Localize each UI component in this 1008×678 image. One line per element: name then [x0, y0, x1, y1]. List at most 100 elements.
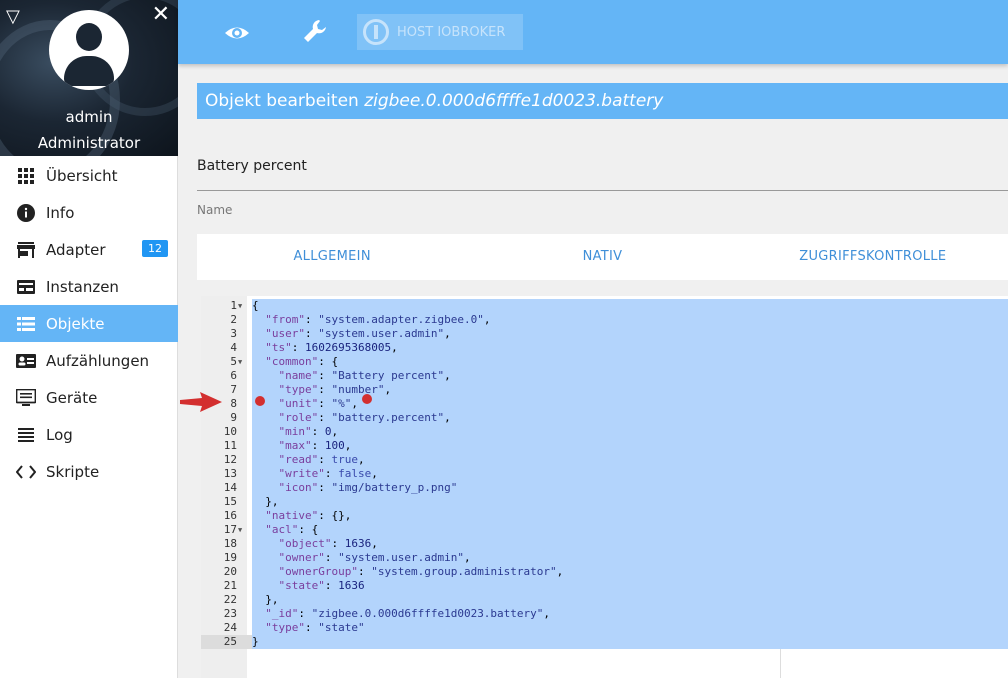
adapter-count-badge: 12: [142, 240, 168, 257]
sidebar-item-uebersicht[interactable]: Übersicht: [0, 157, 178, 194]
line-number: 12: [223, 453, 237, 466]
code-text: "icon": "img/battery_p.png": [252, 481, 1008, 495]
code-line[interactable]: 12 "read": true,: [201, 453, 1008, 467]
code-text: "max": 100,: [252, 439, 1008, 453]
code-line[interactable]: 23 "_id": "zigbee.0.000d6ffffe1d0023.bat…: [201, 607, 1008, 621]
sidebar-nav: Übersicht Info Adapter 12 Instanzen Obje…: [0, 157, 178, 490]
red-dot-marker: [255, 396, 265, 406]
line-number: 10: [223, 425, 237, 438]
code-text: "write": false,: [252, 467, 1008, 481]
fold-toggle-icon[interactable]: ▼: [238, 299, 242, 313]
user-role: Administrator: [37, 134, 141, 152]
code-line[interactable]: 7 "type": "number",: [201, 383, 1008, 397]
sidebar-item-skripte[interactable]: Skripte: [0, 453, 178, 490]
close-icon[interactable]: ✕: [152, 2, 170, 27]
sidebar-item-label: Übersicht: [46, 166, 118, 185]
code-text: "_id": "zigbee.0.000d6ffffe1d0023.batter…: [252, 607, 1008, 621]
code-line[interactable]: 9 "role": "battery.percent",: [201, 411, 1008, 425]
code-line[interactable]: 3 "user": "system.user.admin",: [201, 327, 1008, 341]
line-number: 16: [223, 509, 237, 522]
code-icon: [16, 463, 36, 481]
code-line[interactable]: 21 "state": 1636: [201, 579, 1008, 593]
sidebar-item-label: Aufzählungen: [46, 351, 150, 370]
sidebar-item-label: Skripte: [46, 462, 100, 481]
apps-grid-icon: [16, 167, 36, 185]
fold-toggle-icon[interactable]: ▼: [238, 523, 242, 537]
sidebar-item-objekte[interactable]: Objekte: [0, 305, 178, 342]
line-number: 1: [230, 299, 237, 312]
sidebar-item-label: Info: [46, 203, 75, 222]
title-prefix: Objekt bearbeiten: [205, 91, 365, 111]
code-text: "native": {},: [252, 509, 1008, 523]
sidebar-item-geraete[interactable]: Geräte: [0, 379, 178, 416]
sidebar-item-label: Geräte: [46, 388, 98, 407]
line-number: 19: [223, 551, 237, 564]
object-id: zigbee.0.000d6ffffe1d0023.battery: [364, 91, 664, 111]
fold-toggle-icon[interactable]: ▼: [238, 355, 242, 369]
user-name: admin: [65, 108, 113, 126]
line-number: 21: [223, 579, 237, 592]
tab-nativ[interactable]: NATIV: [467, 234, 737, 280]
code-line[interactable]: 14 "icon": "img/battery_p.png": [201, 481, 1008, 495]
sidebar-item-instanzen[interactable]: Instanzen: [0, 268, 178, 305]
code-text: },: [252, 593, 1008, 607]
store-icon: [16, 241, 36, 259]
line-number: 4: [230, 341, 237, 354]
code-line[interactable]: 8 "unit": "%",: [201, 397, 1008, 411]
avatar: [49, 10, 129, 90]
line-number: 3: [230, 327, 237, 340]
code-text: "min": 0,: [252, 425, 1008, 439]
iobroker-logo-icon[interactable]: ▽: [6, 6, 20, 27]
sidebar-item-label: Instanzen: [46, 277, 119, 296]
code-text: "owner": "system.user.admin",: [252, 551, 1008, 565]
tab-allgemein[interactable]: ALLGEMEIN: [197, 234, 467, 280]
line-number: 25: [201, 635, 237, 649]
code-line[interactable]: 15 },: [201, 495, 1008, 509]
line-number: 6: [230, 369, 237, 382]
tab-zugriffskontrolle[interactable]: ZUGRIFFSKONTROLLE: [738, 234, 1008, 280]
name-field-label: Name: [197, 203, 233, 217]
code-text: }: [252, 635, 1008, 649]
code-text: "user": "system.user.admin",: [252, 327, 1008, 341]
code-line[interactable]: 22 },: [201, 593, 1008, 607]
name-input[interactable]: Battery percent: [197, 158, 307, 174]
code-line[interactable]: 1 ▼ {: [201, 299, 1008, 313]
sidebar: ▽ ✕ admin Administrator Übersicht Info A…: [0, 0, 178, 678]
code-line[interactable]: 2 "from": "system.adapter.zigbee.0",: [201, 313, 1008, 327]
code-line[interactable]: 25}: [201, 635, 1008, 649]
code-line[interactable]: 16 "native": {},: [201, 509, 1008, 523]
code-line[interactable]: 24 "type": "state": [201, 621, 1008, 635]
sidebar-item-log[interactable]: Log: [0, 416, 178, 453]
sidebar-item-adapter[interactable]: Adapter 12: [0, 231, 178, 268]
code-lines: 1 ▼{2 "from": "system.adapter.zigbee.0", 3…: [201, 296, 1008, 649]
sidebar-item-info[interactable]: Info: [0, 194, 178, 231]
sidebar-item-label: Adapter: [46, 240, 106, 259]
code-line[interactable]: 18 "object": 1636,: [201, 537, 1008, 551]
code-line[interactable]: 17 ▼ "acl": {: [201, 523, 1008, 537]
eye-icon[interactable]: [223, 19, 251, 47]
line-number: 14: [223, 481, 237, 494]
line-number: 20: [223, 565, 237, 578]
code-line[interactable]: 19 "owner": "system.user.admin",: [201, 551, 1008, 565]
line-number: 18: [223, 537, 237, 550]
code-line[interactable]: 5 ▼ "common": {: [201, 355, 1008, 369]
line-number: 24: [223, 621, 237, 634]
code-line[interactable]: 4 "ts": 1602695368005,: [201, 341, 1008, 355]
json-editor[interactable]: 1 ▼{2 "from": "system.adapter.zigbee.0", 3…: [201, 296, 1008, 678]
code-text: "ownerGroup": "system.group.administrato…: [252, 565, 1008, 579]
code-line[interactable]: 10 "min": 0,: [201, 425, 1008, 439]
code-text: "state": 1636: [252, 579, 1008, 593]
code-line[interactable]: 6 "name": "Battery percent",: [201, 369, 1008, 383]
code-text: "type": "state": [252, 621, 1008, 635]
code-text: "ts": 1602695368005,: [252, 341, 1008, 355]
code-line[interactable]: 11 "max": 100,: [201, 439, 1008, 453]
contact-card-icon: [16, 352, 36, 370]
code-line[interactable]: 13 "write": false,: [201, 467, 1008, 481]
line-number: 15: [223, 495, 237, 508]
sidebar-item-aufzaehlungen[interactable]: Aufzählungen: [0, 342, 178, 379]
wrench-icon[interactable]: [301, 17, 329, 45]
code-line[interactable]: 20 "ownerGroup": "system.group.administr…: [201, 565, 1008, 579]
code-text: "object": 1636,: [252, 537, 1008, 551]
host-iobroker-button[interactable]: HOST IOBROKER: [357, 14, 523, 50]
code-text: "acl": {: [252, 523, 1008, 537]
